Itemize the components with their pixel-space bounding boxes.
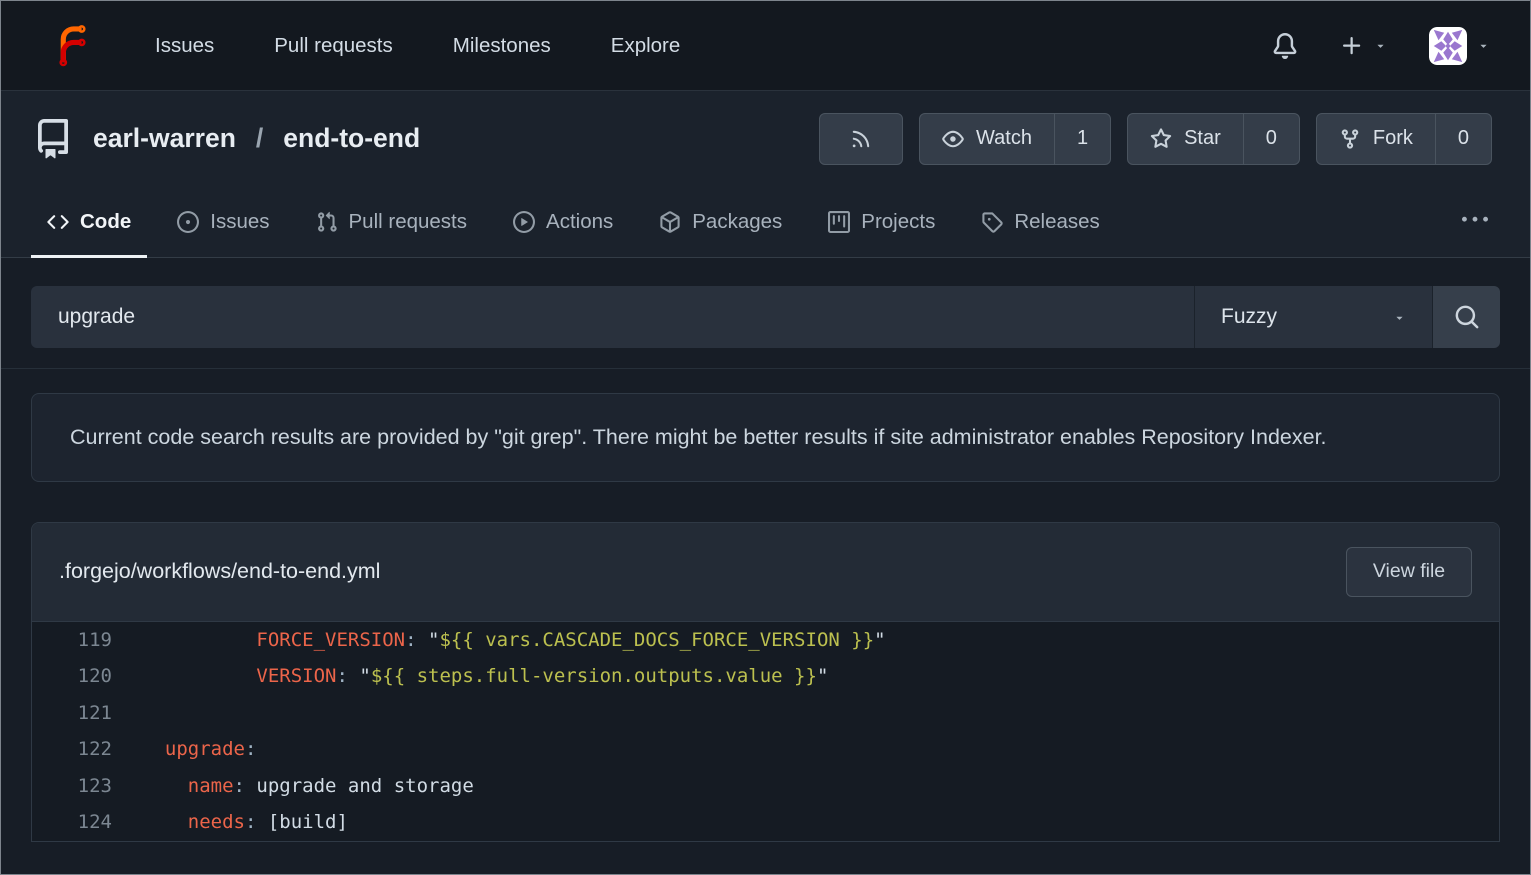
forgejo-logo[interactable] (51, 24, 93, 68)
project-icon (828, 211, 850, 233)
star-icon (1150, 128, 1172, 150)
avatar (1429, 27, 1467, 65)
code-icon (47, 211, 69, 233)
fork-button-main: Fork (1317, 114, 1435, 164)
tab-projects-label: Projects (861, 210, 935, 234)
star-label: Star (1184, 127, 1221, 150)
tab-overflow-button[interactable] (1462, 207, 1488, 236)
main-content: Fuzzy Current code search results are pr… (1, 286, 1530, 842)
code-line-content: needs: [build] (138, 811, 348, 833)
nav-links: Issues Pull requests Milestones Explore (155, 34, 680, 58)
git-pull-request-icon (316, 211, 338, 233)
tab-packages[interactable]: Packages (643, 186, 798, 257)
repo-icon (33, 118, 73, 160)
nav-link-pull-requests[interactable]: Pull requests (274, 34, 393, 58)
fork-count[interactable]: 0 (1435, 114, 1491, 164)
code-block: 119 FORCE_VERSION: "${{ vars.CASCADE_DOC… (32, 622, 1499, 841)
line-number: 123 (32, 775, 138, 797)
line-number: 124 (32, 811, 138, 833)
watch-button-main: Watch (920, 114, 1054, 164)
star-count[interactable]: 0 (1243, 114, 1299, 164)
repo-actions: Watch 1 Star 0 Fork 0 (819, 113, 1492, 165)
watch-button[interactable]: Watch 1 (919, 113, 1111, 165)
issue-opened-icon (177, 211, 199, 233)
search-icon (1454, 304, 1480, 330)
code-line-content: VERSION: "${{ steps.full-version.outputs… (138, 665, 828, 687)
user-menu-button[interactable] (1429, 27, 1490, 65)
code-search-bar: Fuzzy (31, 286, 1500, 348)
forgejo-code-search-page: { "colors": { "brand_orange": "#ff6600",… (0, 0, 1531, 875)
fork-icon (1339, 128, 1361, 150)
search-mode-label: Fuzzy (1221, 305, 1277, 329)
plus-icon (1340, 34, 1364, 58)
tab-releases-label: Releases (1014, 210, 1099, 234)
tab-releases[interactable]: Releases (965, 186, 1115, 257)
package-icon (659, 211, 681, 233)
tab-code[interactable]: Code (31, 186, 147, 257)
repo-tabbar: Code Issues Pull requests Actions Packag… (1, 186, 1530, 258)
code-line: 124 needs: [build] (32, 804, 1499, 841)
create-new-button[interactable] (1340, 34, 1387, 58)
play-circle-icon (513, 211, 535, 233)
code-line: 121 (32, 695, 1499, 732)
fork-button[interactable]: Fork 0 (1316, 113, 1492, 165)
tab-packages-label: Packages (692, 210, 782, 234)
nav-link-milestones[interactable]: Milestones (453, 34, 551, 58)
tag-icon (981, 211, 1003, 233)
bell-icon (1272, 33, 1298, 59)
section-divider (1, 368, 1530, 369)
watch-count[interactable]: 1 (1054, 114, 1110, 164)
search-mode-dropdown[interactable]: Fuzzy (1194, 286, 1432, 348)
star-button-main: Star (1128, 114, 1243, 164)
tab-actions[interactable]: Actions (497, 186, 629, 257)
result-card-header: .forgejo/workflows/end-to-end.yml View f… (32, 523, 1499, 622)
code-line: 123 name: upgrade and storage (32, 768, 1499, 805)
code-line-content: name: upgrade and storage (138, 775, 474, 797)
repo-path-separator: / (256, 123, 263, 154)
tab-actions-label: Actions (546, 210, 613, 234)
watch-label: Watch (976, 127, 1032, 150)
indexer-notice: Current code search results are provided… (31, 393, 1500, 482)
star-button[interactable]: Star 0 (1127, 113, 1300, 165)
search-input[interactable] (31, 286, 1194, 348)
notifications-button[interactable] (1272, 33, 1298, 59)
code-line: 119 FORCE_VERSION: "${{ vars.CASCADE_DOC… (32, 622, 1499, 659)
top-navbar: Issues Pull requests Milestones Explore (1, 1, 1530, 91)
nav-link-issues[interactable]: Issues (155, 34, 214, 58)
result-file-path[interactable]: .forgejo/workflows/end-to-end.yml (59, 559, 380, 584)
nav-link-explore[interactable]: Explore (611, 34, 681, 58)
line-number: 122 (32, 738, 138, 760)
fork-label: Fork (1373, 127, 1413, 150)
code-line: 120 VERSION: "${{ steps.full-version.out… (32, 658, 1499, 695)
forgejo-logo-icon (51, 24, 93, 68)
eye-icon (942, 128, 964, 150)
code-line-content: FORCE_VERSION: "${{ vars.CASCADE_DOCS_FO… (138, 629, 886, 651)
line-number: 120 (32, 665, 138, 687)
code-line: 122 upgrade: (32, 731, 1499, 768)
tab-pull-requests-label: Pull requests (349, 210, 468, 234)
repo-header: earl-warren / end-to-end Watch 1 Star (1, 91, 1530, 186)
chevron-down-icon (1393, 311, 1406, 324)
navbar-right (1272, 27, 1490, 65)
repo-owner-link[interactable]: earl-warren (93, 123, 236, 154)
rss-icon (850, 128, 872, 150)
tab-issues[interactable]: Issues (161, 186, 285, 257)
repo-title: earl-warren / end-to-end (33, 118, 420, 160)
search-submit-button[interactable] (1432, 286, 1500, 348)
repo-name-link[interactable]: end-to-end (283, 123, 420, 154)
tab-pull-requests[interactable]: Pull requests (300, 186, 484, 257)
code-line-content: upgrade: (138, 738, 256, 760)
line-number: 121 (32, 702, 138, 724)
search-result-card: .forgejo/workflows/end-to-end.yml View f… (31, 522, 1500, 842)
tab-projects[interactable]: Projects (812, 186, 951, 257)
tab-code-label: Code (80, 210, 131, 234)
view-file-button[interactable]: View file (1346, 547, 1472, 597)
tab-issues-label: Issues (210, 210, 269, 234)
rss-button[interactable] (819, 113, 903, 165)
line-number: 119 (32, 629, 138, 651)
kebab-horizontal-icon (1462, 207, 1488, 233)
chevron-down-icon (1477, 39, 1490, 52)
chevron-down-icon (1374, 39, 1387, 52)
